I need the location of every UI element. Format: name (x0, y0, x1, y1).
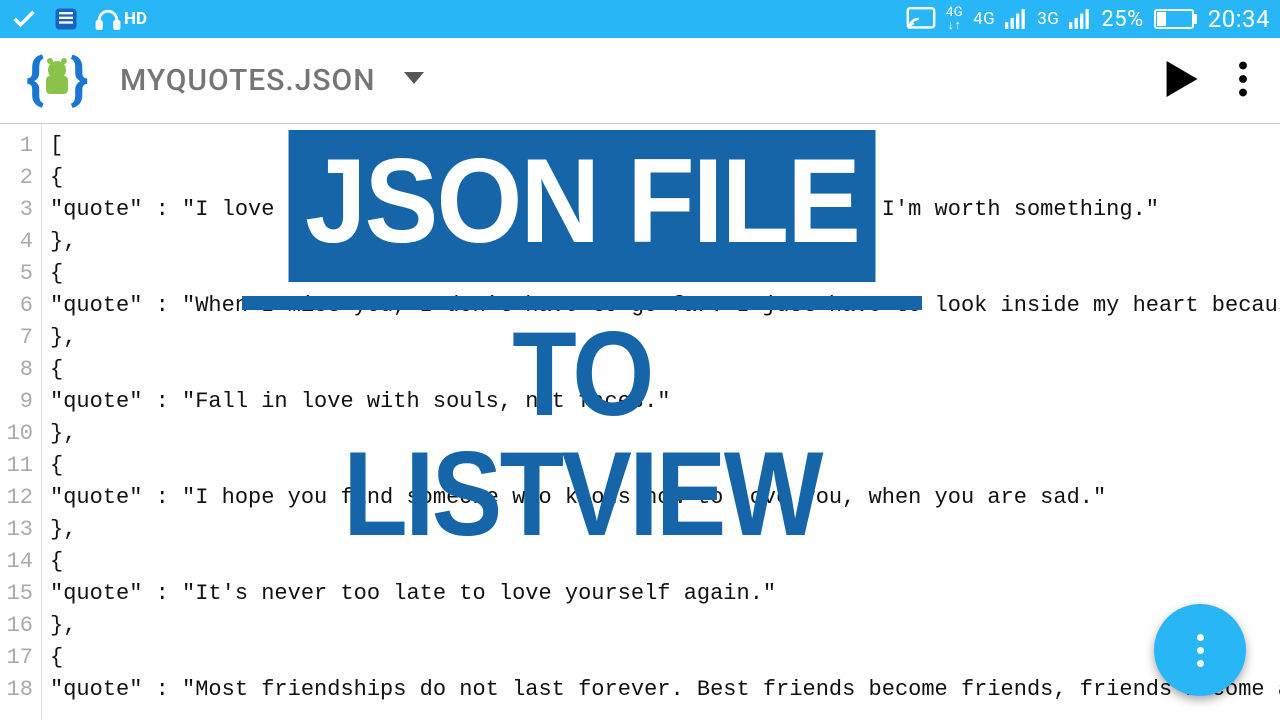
clock: 20:34 (1208, 5, 1270, 33)
signal-2-icon (1069, 9, 1091, 29)
line-number: 8 (0, 354, 33, 386)
code-line[interactable]: "quote" : "I love the feeling when you l… (50, 194, 1280, 226)
line-number: 7 (0, 322, 33, 354)
line-number: 10 (0, 418, 33, 450)
chevron-down-icon (404, 71, 424, 90)
line-gutter: 123456789101112131415161718 (0, 124, 42, 720)
line-number: 5 (0, 258, 33, 290)
code-line[interactable]: "quote" : "Most friendships do not last … (50, 674, 1280, 706)
line-number: 13 (0, 514, 33, 546)
line-number: 14 (0, 546, 33, 578)
file-title: MYQUOTES.JSON (120, 63, 376, 98)
hd-label: HD (124, 9, 147, 29)
code-line[interactable]: { (50, 258, 1280, 290)
code-line[interactable]: { (50, 546, 1280, 578)
code-line[interactable]: }, (50, 322, 1280, 354)
line-number: 9 (0, 386, 33, 418)
android-status-bar: HD 4G↓↑ 4G 3G 25% 20:34 (0, 0, 1280, 38)
run-button[interactable] (1166, 61, 1198, 101)
network-4g-indicator: 4G↓↑ (946, 6, 963, 32)
code-line[interactable]: }, (50, 226, 1280, 258)
code-line[interactable]: "quote" : "I hope you find someone who k… (50, 482, 1280, 514)
line-number: 6 (0, 290, 33, 322)
line-number: 11 (0, 450, 33, 482)
svg-text:{: { (26, 46, 44, 112)
code-line[interactable]: }, (50, 610, 1280, 642)
code-editor[interactable]: 123456789101112131415161718 [{"quote" : … (0, 124, 1280, 720)
code-line[interactable]: { (50, 450, 1280, 482)
overflow-menu-icon[interactable] (1238, 61, 1248, 101)
code-line[interactable]: [ (50, 130, 1280, 162)
app-icon[interactable]: { } (18, 42, 96, 120)
line-number: 2 (0, 162, 33, 194)
line-number: 18 (0, 674, 33, 706)
code-area[interactable]: [{"quote" : "I love the feeling when you… (42, 124, 1280, 720)
battery-percent: 25% (1101, 7, 1143, 32)
check-icon (10, 5, 38, 33)
line-number: 16 (0, 610, 33, 642)
code-line[interactable]: { (50, 642, 1280, 674)
code-line[interactable]: "quote" : "It's never too late to love y… (50, 578, 1280, 610)
line-number: 17 (0, 642, 33, 674)
code-line[interactable]: { (50, 162, 1280, 194)
file-dropdown[interactable]: MYQUOTES.JSON (120, 63, 424, 98)
network-4g-label: 4G (973, 9, 995, 29)
network-3g-label: 3G (1037, 9, 1059, 29)
app-toolbar: { } MYQUOTES.JSON (0, 38, 1280, 124)
fab-button[interactable] (1154, 604, 1246, 696)
cast-icon (906, 7, 936, 31)
line-number: 15 (0, 578, 33, 610)
headphones-icon: HD (94, 8, 147, 30)
line-number: 3 (0, 194, 33, 226)
line-number: 1 (0, 130, 33, 162)
code-line[interactable]: "quote" : "When I miss you, I don't have… (50, 290, 1280, 322)
code-line[interactable]: }, (50, 514, 1280, 546)
code-line[interactable]: }, (50, 418, 1280, 450)
more-vert-icon (1197, 634, 1204, 667)
list-icon (52, 5, 80, 33)
line-number: 12 (0, 482, 33, 514)
line-number: 4 (0, 226, 33, 258)
code-line[interactable]: "quote" : "Fall in love with souls, not … (50, 386, 1280, 418)
code-line[interactable]: { (50, 354, 1280, 386)
battery-icon (1154, 9, 1198, 29)
signal-1-icon (1005, 9, 1027, 29)
svg-text:}: } (70, 46, 88, 112)
